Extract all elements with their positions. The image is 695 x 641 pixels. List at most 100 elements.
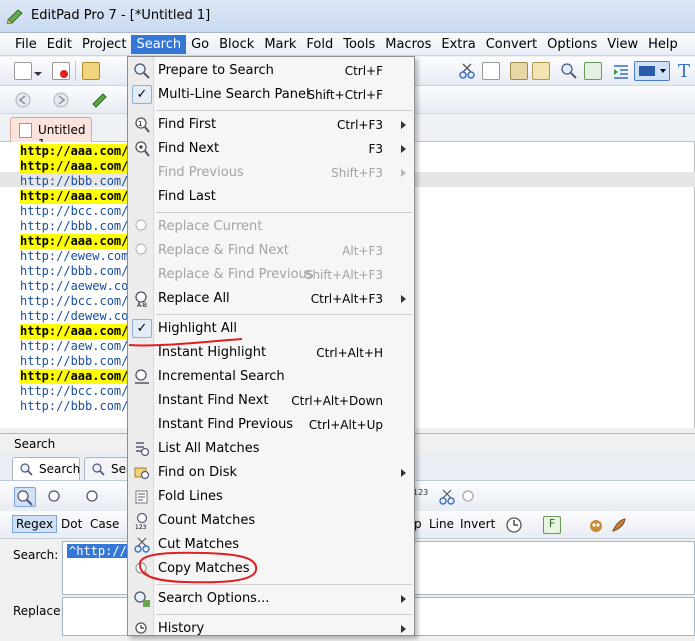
menu-edit[interactable]: Edit [42,35,77,54]
menu-item-copy-matches[interactable]: Copy Matches [129,557,413,581]
menu-item-multi-line-search-panel[interactable]: ✓ Multi-Line Search Panel Shift+Ctrl+F [129,83,413,107]
menu-go[interactable]: Go [186,35,214,54]
tab-search-2[interactable]: Sea [84,457,133,480]
menu-item-replace-all[interactable]: A-B Replace All Ctrl+Alt+F3 [129,287,413,311]
line-toggle[interactable]: Line [429,517,454,531]
find-first-icon: 1 [135,117,150,133]
menu-item-find-next[interactable]: Find Next F3 [129,137,413,161]
menu-item-shortcut: Ctrl+Alt+F3 [310,292,383,306]
check-icon: ✓ [132,319,152,338]
menu-item-replace-find-previous[interactable]: Replace & Find Previous Shift+Alt+F3 [129,263,413,287]
back-icon[interactable] [14,91,32,109]
count-icon[interactable]: 123 [413,488,431,506]
menu-help[interactable]: Help [643,35,683,54]
check-icon: ✓ [132,85,152,104]
regex-toggle[interactable]: Regex [12,515,58,533]
editpad-app-icon [6,9,23,24]
search-menu: Prepare to Search Ctrl+F ✓ Multi-Line Se… [127,56,415,636]
menu-item-label: Multi-Line Search Panel [158,87,310,102]
menu-item-search-options[interactable]: Search Options... [129,587,413,611]
menu-item-shortcut: Ctrl+F3 [337,118,383,132]
search-icon[interactable] [560,62,578,80]
menu-item-count-matches[interactable]: 123 Count Matches [129,509,413,533]
owl-icon[interactable] [587,516,605,534]
case-toggle[interactable]: Case [90,517,119,531]
menu-separator [156,614,412,615]
menu-item-label: Copy Matches [158,561,250,576]
clip-icon[interactable] [90,91,108,109]
editor-line: http://aaa.com/ [20,144,129,159]
feather-icon[interactable] [610,516,628,534]
menu-item-replace-find-next[interactable]: Replace & Find Next Alt+F3 [129,239,413,263]
menu-item-find-first[interactable]: 1 Find First Ctrl+F3 [129,113,413,137]
menu-item-find-on-disk[interactable]: Find on Disk [129,461,413,485]
file-filter-icon[interactable]: F [543,516,561,534]
menu-item-instant-highlight[interactable]: Instant Highlight Ctrl+Alt+H [129,341,413,365]
paste-icon[interactable] [510,62,528,80]
editor-line: http://aaa.com/ [20,189,129,204]
menu-item-prepare-to-search[interactable]: Prepare to Search Ctrl+F [129,59,413,83]
menu-item-label: Find Next [158,141,220,156]
menu-item-history[interactable]: History [129,617,413,641]
menu-file[interactable]: File [10,35,42,54]
menu-block[interactable]: Block [214,35,259,54]
menu-item-fold-lines[interactable]: Fold Lines [129,485,413,509]
menu-project[interactable]: Project [77,35,131,54]
menu-tools[interactable]: Tools [338,35,380,54]
copy-icon[interactable] [482,62,500,80]
find-next-icon[interactable] [84,488,102,506]
font-icon[interactable]: T [678,61,695,82]
replace-icon[interactable] [584,62,602,80]
cut-icon[interactable] [458,62,476,80]
menu-item-instant-find-previous[interactable]: Instant Find Previous Ctrl+Alt+Up [129,413,413,437]
menu-search[interactable]: Search [131,34,187,54]
menu-item-label: Replace & Find Previous [158,267,314,282]
menu-item-incremental-search[interactable]: Incremental Search [129,365,413,389]
menu-item-instant-find-next[interactable]: Instant Find Next Ctrl+Alt+Down [129,389,413,413]
menu-item-label: Prepare to Search [158,63,274,78]
menu-fold[interactable]: Fold [301,35,338,54]
invert-toggle[interactable]: Invert [460,517,495,531]
new-dropdown-icon[interactable] [34,67,42,76]
find-first-icon[interactable] [46,488,64,506]
menu-item-list-all-matches[interactable]: List All Matches [129,437,413,461]
search-toggle-icon[interactable] [14,487,36,507]
find-on-disk-icon [134,467,150,480]
view-mode-icon[interactable] [634,61,670,81]
window-title: EditPad Pro 7 - [*Untitled 1] [31,8,211,23]
cut-matches-icon[interactable] [438,488,456,506]
menu-item-label: Incremental Search [158,369,285,384]
open-file-icon[interactable] [82,62,100,80]
menu-item-cut-matches[interactable]: Cut Matches [129,533,413,557]
menu-options[interactable]: Options [542,35,602,54]
close-file-icon[interactable] [52,62,70,80]
indent-icon[interactable] [612,62,630,80]
editor-line: http://aaa.com/ [20,369,129,384]
search-panel-title: Search [14,437,56,451]
submenu-arrow-icon [401,121,406,129]
search-options-icon [134,591,150,607]
format-icon[interactable] [532,62,550,80]
menu-macros[interactable]: Macros [380,35,436,54]
loop-toggle[interactable]: p [414,517,422,531]
menu-convert[interactable]: Convert [481,35,542,54]
menu-item-find-previous[interactable]: Find Previous Shift+F3 [129,161,413,185]
new-file-icon[interactable] [14,62,32,80]
menu-item-highlight-all[interactable]: ✓ Highlight All [129,317,413,341]
editor-line: http://bbb.com/ [20,399,129,413]
menu-item-label: Fold Lines [158,489,223,504]
forward-icon[interactable] [52,91,70,109]
menu-item-label: Instant Highlight [158,345,267,360]
copy-matches-icon [135,562,150,577]
dot-toggle[interactable]: Dot [61,517,82,531]
menu-item-replace-current[interactable]: Replace Current [129,215,413,239]
tab-untitled-1[interactable]: Untitled 1 [10,117,92,151]
menu-item-find-last[interactable]: Find Last [129,185,413,209]
copy-matches-icon[interactable] [460,488,478,506]
tab-search[interactable]: Search [12,457,80,480]
menu-view[interactable]: View [602,35,643,54]
menu-extra[interactable]: Extra [436,35,480,54]
clock-icon[interactable] [505,516,523,534]
menu-item-shortcut: Shift+Alt+F3 [304,268,383,282]
menu-mark[interactable]: Mark [259,35,301,54]
